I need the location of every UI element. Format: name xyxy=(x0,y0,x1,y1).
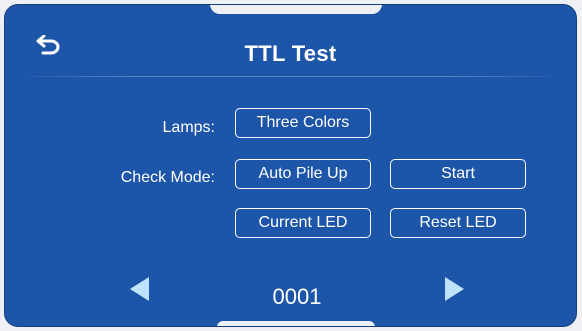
page-counter: 0001 xyxy=(272,284,322,309)
header-divider xyxy=(31,76,550,77)
bottom-notch xyxy=(217,321,375,326)
triangle-left-icon[interactable] xyxy=(127,275,151,308)
lamps-label: Lamps: xyxy=(162,119,215,136)
auto-pile-up-button[interactable]: Auto Pile Up xyxy=(235,159,371,189)
triangle-right-icon[interactable] xyxy=(443,275,467,308)
check-mode-label: Check Mode: xyxy=(120,169,215,186)
start-button[interactable]: Start xyxy=(390,159,526,189)
lamps-three-colors-button[interactable]: Three Colors xyxy=(235,108,371,138)
top-notch xyxy=(210,5,382,14)
reset-led-button[interactable]: Reset LED xyxy=(390,208,526,238)
page-title: TTL Test xyxy=(244,41,337,66)
current-led-button[interactable]: Current LED xyxy=(235,208,371,238)
ttl-test-panel: TTL Test Lamps: Three Colors Check Mode:… xyxy=(4,4,577,327)
